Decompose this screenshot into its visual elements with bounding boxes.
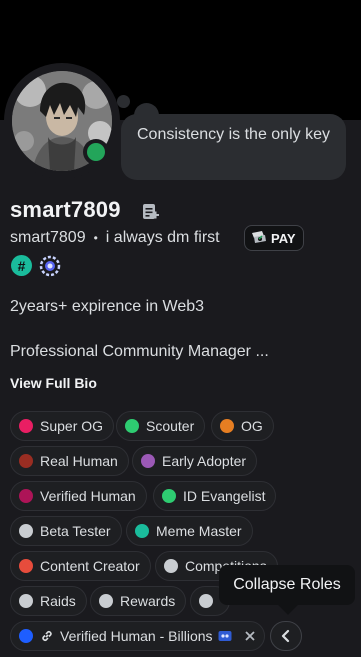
role-chip[interactable]: ID Evangelist — [153, 481, 277, 511]
role-chip[interactable]: Raids — [10, 586, 87, 616]
role-chip[interactable]: Beta Tester — [10, 516, 122, 546]
role-color-icon — [19, 524, 33, 538]
role-color-icon — [19, 629, 33, 643]
online-status-icon — [83, 139, 109, 165]
role-color-icon — [125, 419, 139, 433]
role-color-icon — [19, 594, 33, 608]
role-color-icon — [135, 524, 149, 538]
link-icon — [42, 631, 52, 641]
role-label: Verified Human — [40, 488, 136, 504]
close-icon[interactable] — [244, 630, 256, 642]
role-chip[interactable]: Scouter — [116, 411, 206, 441]
tooltip-text: Collapse Roles — [233, 576, 341, 593]
pay-badge[interactable]: PAY — [244, 225, 304, 251]
bio-line: 2years+ expirence in Web3 — [10, 298, 205, 315]
separator: • — [93, 231, 98, 245]
view-full-bio-link[interactable]: View Full Bio — [10, 375, 97, 391]
hashtag-badge-icon[interactable]: # — [11, 255, 32, 276]
role-label: OG — [241, 418, 263, 434]
chevron-left-icon — [281, 629, 290, 643]
status-bubble-dot — [117, 95, 130, 108]
role-label: Beta Tester — [40, 523, 111, 539]
role-color-icon — [19, 559, 33, 573]
pay-label: PAY — [271, 230, 296, 246]
role-label: Meme Master — [156, 523, 242, 539]
note-icon[interactable] — [142, 203, 160, 221]
pay-icon — [252, 231, 266, 243]
role-label: Verified Human - Billions — [60, 628, 213, 644]
role-color-icon — [162, 489, 176, 503]
role-chip[interactable]: Content Creator — [10, 551, 151, 581]
quest-badge-icon[interactable] — [38, 255, 62, 277]
role-color-icon — [220, 419, 234, 433]
role-chip[interactable]: Rewards — [90, 586, 187, 616]
role-chip[interactable]: OG — [211, 411, 274, 441]
username-line: smart7809 • i always dm first — [10, 228, 220, 248]
display-name: smart7809 — [10, 197, 121, 222]
role-color-icon — [141, 454, 155, 468]
role-color-icon — [199, 594, 213, 608]
role-color-icon — [19, 489, 33, 503]
pronouns: i always dm first — [105, 229, 220, 246]
bio-line: Professional Community Manager ... — [10, 343, 269, 360]
role-label: Super OG — [40, 418, 104, 434]
role-chip[interactable]: Verified Human - Billions — [10, 621, 265, 651]
role-label: Scouter — [146, 418, 195, 434]
role-emoji-icon — [218, 631, 232, 641]
role-color-icon — [19, 419, 33, 433]
role-chip[interactable]: Super OG — [10, 411, 115, 441]
role-color-icon — [19, 454, 33, 468]
role-label: Raids — [40, 593, 76, 609]
collapse-roles-button[interactable] — [270, 621, 302, 651]
role-color-icon — [164, 559, 178, 573]
role-label: Rewards — [120, 593, 176, 609]
role-chip[interactable]: Meme Master — [126, 516, 253, 546]
custom-status: Consistency is the only key — [121, 114, 346, 180]
collapse-roles-tooltip: Collapse Roles — [219, 565, 355, 605]
role-chip[interactable]: Early Adopter — [132, 446, 258, 476]
role-chip[interactable]: Real Human — [10, 446, 129, 476]
role-label: Real Human — [40, 453, 118, 469]
profile-badges: # — [11, 255, 62, 277]
role-chip[interactable]: Verified Human — [10, 481, 147, 511]
role-label: ID Evangelist — [183, 488, 266, 504]
role-label: Content Creator — [40, 558, 140, 574]
username: smart7809 — [10, 229, 86, 246]
role-color-icon — [99, 594, 113, 608]
role-label: Early Adopter — [162, 453, 247, 469]
